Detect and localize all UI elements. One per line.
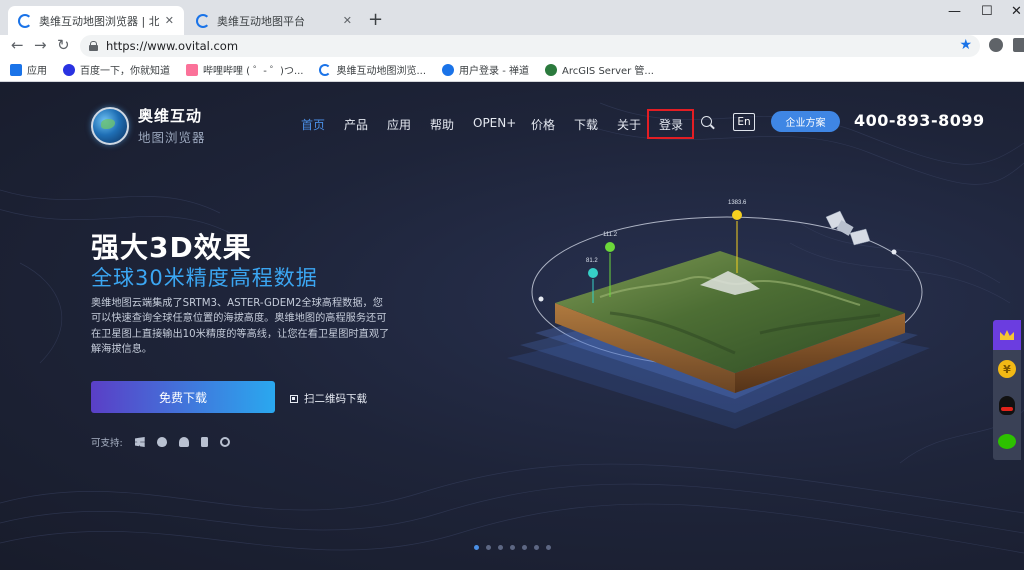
- browser-toolbar: ← → ↻ https://www.ovital.com ★: [0, 35, 1024, 58]
- back-icon[interactable]: ←: [11, 36, 24, 54]
- menu-icon[interactable]: [1013, 38, 1024, 52]
- loading-favicon-icon: [18, 13, 32, 28]
- bookmark-bilibili[interactable]: 哔哩哔哩 ( ゜- ゜)つ...: [186, 62, 303, 77]
- qq-icon: [999, 395, 1015, 415]
- browser-tab-active[interactable]: 奥维互动地图浏览器 | 北京元生华 ✕: [8, 6, 184, 35]
- ovital-icon: [319, 63, 332, 76]
- url-text: https://www.ovital.com: [106, 39, 239, 53]
- bookmark-baidu[interactable]: 百度一下，你就知道: [63, 62, 170, 77]
- bookmark-label: 用户登录 - 禅道: [459, 66, 529, 77]
- minimize-icon[interactable]: —: [948, 4, 961, 19]
- marker-label: 1383.6: [728, 200, 747, 206]
- carousel-dot[interactable]: [534, 545, 539, 550]
- marker-label: 111.2: [603, 232, 618, 238]
- map-pin-icon: [605, 242, 615, 252]
- map-pin-icon: [732, 210, 742, 220]
- maximize-icon[interactable]: ☐: [981, 4, 993, 19]
- terrain-3d-illustration: 81.2 111.2 1383.6: [507, 200, 930, 429]
- vip-button[interactable]: [993, 320, 1021, 350]
- close-window-icon[interactable]: ✕: [1011, 4, 1022, 19]
- bookmark-label: 应用: [27, 66, 47, 77]
- lock-icon: [89, 41, 98, 51]
- bookmark-arcgis[interactable]: ArcGIS Server 管...: [545, 62, 654, 77]
- qq-button[interactable]: [993, 390, 1021, 420]
- map-pin-icon: [588, 268, 598, 278]
- carousel-dots: [474, 545, 558, 550]
- satellite-icon: [825, 210, 871, 246]
- wechat-icon: [998, 433, 1016, 449]
- tab-title: 奥维互动地图平台: [217, 14, 305, 28]
- browser-tab-strip: 奥维互动地图浏览器 | 北京元生华 ✕ 奥维互动地图平台 ✕ + — ☐ ✕: [0, 0, 1024, 35]
- apps-icon: [10, 63, 22, 76]
- close-tab-icon[interactable]: ✕: [165, 14, 174, 27]
- carousel-dot[interactable]: [522, 545, 527, 550]
- address-bar[interactable]: https://www.ovital.com ★: [80, 35, 980, 57]
- bookmark-label: 百度一下，你就知道: [80, 66, 170, 77]
- marker-label: 81.2: [586, 258, 598, 264]
- bookmark-star-icon[interactable]: ★: [959, 37, 972, 53]
- bookmark-zentao[interactable]: 用户登录 - 禅道: [442, 62, 529, 77]
- carousel-dot[interactable]: [546, 545, 551, 550]
- close-tab-icon[interactable]: ✕: [343, 14, 352, 27]
- yuan-coin-icon: ¥: [998, 360, 1016, 378]
- bookmarks-bar: 应用 百度一下，你就知道 哔哩哔哩 ( ゜- ゜)つ... 奥维互动地图浏览..…: [0, 58, 1024, 82]
- browser-tab[interactable]: 奥维互动地图平台 ✕: [186, 6, 362, 35]
- coin-button[interactable]: ¥: [993, 354, 1021, 384]
- carousel-dot[interactable]: [510, 545, 515, 550]
- bookmark-label: ArcGIS Server 管...: [562, 66, 654, 77]
- baidu-paw-icon: [63, 63, 75, 76]
- orbit-dot: [891, 249, 897, 255]
- new-tab-icon[interactable]: +: [368, 9, 383, 30]
- wechat-button[interactable]: [993, 426, 1021, 456]
- bilibili-icon: [186, 63, 198, 76]
- bookmark-apps[interactable]: 应用: [10, 62, 47, 77]
- tab-title: 奥维互动地图浏览器 | 北京元生华: [39, 14, 159, 28]
- bookmark-label: 哔哩哔哩 ( ゜- ゜)つ...: [203, 66, 304, 77]
- carousel-dot[interactable]: [486, 545, 491, 550]
- reload-icon[interactable]: ↻: [57, 36, 70, 54]
- profile-icon[interactable]: [989, 38, 1003, 52]
- zentao-icon: [442, 63, 455, 76]
- bookmark-ovital[interactable]: 奥维互动地图浏览...: [319, 62, 426, 77]
- loading-favicon-icon: [196, 13, 210, 28]
- orbit-dot: [538, 296, 544, 302]
- website-page: 奥维互动 地图浏览器 首页 产品 应用 帮助 OPEN+ 价格 下载 关于 登录…: [0, 83, 1024, 570]
- floating-sidebar: ¥: [993, 320, 1021, 460]
- forward-icon[interactable]: →: [34, 36, 47, 54]
- carousel-dot[interactable]: [474, 545, 479, 550]
- arcgis-icon: [545, 63, 557, 76]
- bookmark-label: 奥维互动地图浏览...: [336, 66, 427, 77]
- crown-icon: [1000, 330, 1014, 340]
- carousel-dot[interactable]: [498, 545, 503, 550]
